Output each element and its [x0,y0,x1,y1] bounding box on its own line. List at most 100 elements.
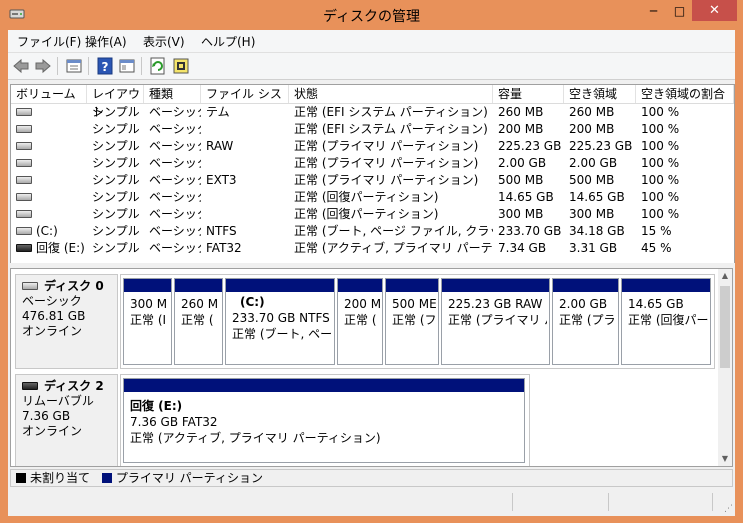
settings-icon[interactable] [172,57,190,75]
close-button[interactable]: ✕ [692,0,737,21]
partition-status: 正常 (ブート, ページ [232,327,332,341]
volume-cell-text: シンプル [92,139,140,153]
volume-cell-type: ベーシック [144,189,201,206]
properties-icon[interactable] [65,57,83,75]
volume-cell-layout: シンプル [87,206,144,223]
column-header-type[interactable]: 種類 [144,85,201,103]
column-header-volume[interactable]: ボリューム [11,85,87,103]
refresh-icon[interactable] [149,57,167,75]
volume-cell-fs [201,189,289,206]
volume-cell-text: 正常 (アクティブ, プライマリ パーティション [294,241,493,255]
partition-size: 200 M [344,297,380,311]
disk-2-label[interactable]: ディスク 2 リムーバブル 7.36 GB オンライン [15,374,118,466]
partition-title: 回復 (E:) [130,399,183,413]
volume-cell-text: 100 % [641,173,680,187]
volume-cell-layout: シンプル [87,189,144,206]
volume-cell-text: ベーシック [149,139,201,153]
menu-action[interactable]: 操作(A) [85,33,127,50]
volume-row[interactable]: 回復 (E:) シンプルベーシック FAT32 正常 (アクティブ, プライマリ パー… [11,240,734,257]
column-header-capacity[interactable]: 容量 [493,85,564,103]
forward-arrow-icon[interactable] [34,57,52,75]
volume-row[interactable]: シンプルベーシック 正常 (回復パーティション) 300 MB 300 MB 100 % [11,206,734,223]
disk-2-partition-e[interactable]: 回復 (E:) 7.36 GB FAT32 正常 (アクティブ, プライマリ パーテ… [123,378,525,463]
volume-cell-text: ベーシック [149,224,201,238]
disk-0-partition[interactable]: 225.23 GB RAW 正常 (プライマリ パー [441,278,550,365]
volume-cell-free: 3.31 GB [564,240,636,257]
scroll-thumb[interactable] [720,286,730,368]
disk-0-partition[interactable]: 14.65 GB 正常 (回復パー [621,278,711,365]
column-header-status[interactable]: 状態 [289,85,493,103]
volume-icon [16,209,32,218]
disk-0-state: オンライン [22,324,83,338]
column-header-free-space[interactable]: 空き領域 [564,85,636,103]
volume-cell-capacity: 233.70 GB [493,223,564,240]
volume-cell-type: ベーシック [144,206,201,223]
volume-cell-status: 正常 (プライマリ パーティション) [289,138,493,155]
partition-status: 正常 (プライマリ パー [448,313,547,327]
disk-0-partition[interactable]: 200 M 正常 ( [337,278,383,365]
partition-title: (C:) [240,295,265,309]
volume-row[interactable]: シンプルベーシック 正常 (EFI システム パーティション) 260 MB 260 … [11,104,734,121]
volume-cell-text: EXT3 [206,173,237,187]
console-icon[interactable] [118,57,136,75]
menu-view[interactable]: 表示(V) [143,33,185,50]
volume-cell-fs: RAW [201,138,289,155]
volume-cell-text: 100 % [641,105,680,119]
client-area: ファイル(F) 操作(A) 表示(V) ヘルプ(H) ? ボリューム レイアウト… [8,30,735,516]
scroll-down-arrow-icon[interactable]: ▼ [718,452,732,466]
title-bar[interactable]: ディスクの管理 ─ □ ✕ [0,0,743,30]
volume-row[interactable]: シンプルベーシック 正常 (EFI システム パーティション) 200 MB 200 … [11,121,734,138]
menu-file[interactable]: ファイル(F) [17,33,81,50]
volume-row[interactable]: シンプルベーシック 正常 (プライマリ パーティション) 2.00 GB 2.00 G… [11,155,734,172]
svg-text:?: ? [102,60,109,74]
volume-list-header: ボリューム レイアウト 種類 ファイル システム 状態 容量 空き領域 空き領域… [11,85,734,119]
volume-row[interactable]: シンプルベーシック RAW 正常 (プライマリ パーティション) 225.23 GB 2… [11,138,734,155]
menu-help[interactable]: ヘルプ(H) [201,33,255,50]
minimize-button[interactable]: ─ [640,0,667,21]
partition-status: 正常 (I [130,313,167,327]
volume-cell-text: FAT32 [206,241,242,255]
volume-cell-text: シンプル [92,224,140,238]
volume-row[interactable]: シンプルベーシック EXT3 正常 (プライマリ パーティション) 500 MB 500… [11,172,734,189]
disk-0-partition[interactable]: 2.00 GB 正常 (プラ [552,278,619,365]
volume-cell-text: 300 MB [498,207,544,221]
volume-row[interactable]: (C:) シンプルベーシック NTFS 正常 (ブート, ページ ファイル, クラッシ… [11,223,734,240]
disk-0-partition[interactable]: 300 M 正常 (I [123,278,172,365]
volume-cell-status: 正常 (プライマリ パーティション) [289,155,493,172]
help-icon[interactable]: ? [96,57,114,75]
partition-status: 正常 ( [181,313,214,327]
column-header-filesystem[interactable]: ファイル システム [201,85,289,119]
column-header-layout[interactable]: レイアウト [87,85,144,119]
disk-0-partition[interactable]: 260 M 正常 ( [174,278,223,365]
volume-cell-layout: シンプル [87,223,144,240]
legend-primary-swatch [101,472,112,483]
disk-0-partition-c[interactable]: (C:) 233.70 GB NTFS 正常 (ブート, ページ [225,278,335,365]
volume-cell-text: ベーシック [149,173,201,187]
partition-type-bar [553,279,618,292]
status-bar: ⋰ [8,490,735,516]
disk-0-partition[interactable]: 500 ME 正常 (フ [385,278,439,365]
volume-cell-fs [201,121,289,138]
back-arrow-icon[interactable] [12,57,30,75]
volume-cell-pct: 100 % [636,206,734,223]
column-header-free-percent[interactable]: 空き領域の割合 [636,85,734,103]
volume-cell-pct: 15 % [636,223,734,240]
graph-vertical-scrollbar[interactable]: ▲ ▼ [718,268,733,467]
scroll-up-arrow-icon[interactable]: ▲ [718,269,732,283]
disk-0-label[interactable]: ディスク 0 ベーシック 476.81 GB オンライン [15,274,118,369]
volume-cell-text: シンプル [92,190,140,204]
volume-cell-text: 14.65 GB [498,190,554,204]
volume-cell-name: (C:) [11,223,87,240]
disk-2-partitions: 回復 (E:) 7.36 GB FAT32 正常 (アクティブ, プライマリ パーテ… [120,374,530,466]
volume-cell-text: 225.23 GB [569,139,633,153]
maximize-button[interactable]: □ [667,0,692,21]
volume-row[interactable]: シンプルベーシック 正常 (回復パーティション) 14.65 GB 14.65 GB 1… [11,189,734,206]
volume-cell-text: シンプル [92,207,140,221]
volume-cell-text: 正常 (回復パーティション) [294,190,439,204]
volume-cell-text: 100 % [641,190,680,204]
resize-grip-icon[interactable]: ⋰ [724,504,733,514]
volume-cell-name [11,121,87,138]
volume-cell-text: ベーシック [149,122,201,136]
volume-list[interactable]: ボリューム レイアウト 種類 ファイル システム 状態 容量 空き領域 空き領域… [10,84,735,264]
volume-cell-capacity: 14.65 GB [493,189,564,206]
